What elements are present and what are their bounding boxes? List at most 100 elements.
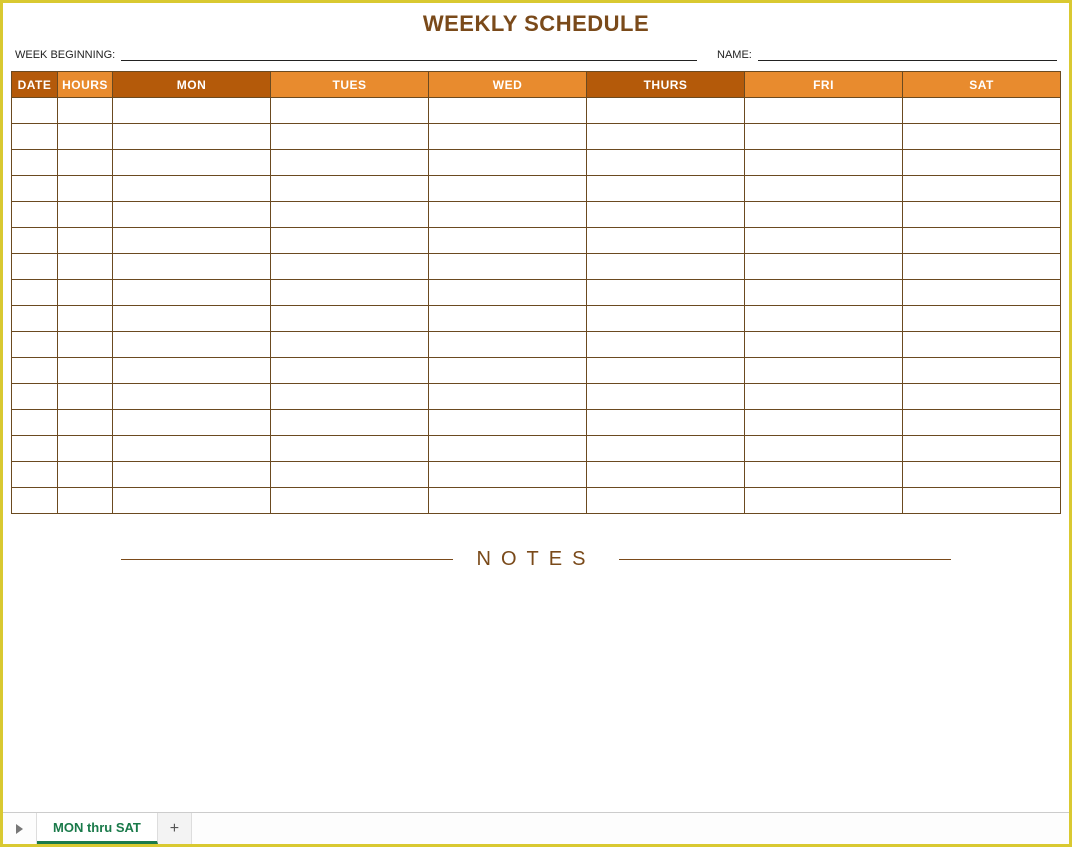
table-cell[interactable] [113,98,271,124]
tab-nav-button[interactable] [3,813,37,844]
table-cell[interactable] [429,358,587,384]
table-cell[interactable] [429,280,587,306]
table-cell[interactable] [429,202,587,228]
table-cell[interactable] [271,280,429,306]
table-cell[interactable] [58,202,113,228]
table-cell[interactable] [903,98,1061,124]
table-cell[interactable] [58,488,113,514]
table-cell[interactable] [271,358,429,384]
table-cell[interactable] [113,488,271,514]
table-cell[interactable] [745,462,903,488]
table-cell[interactable] [429,228,587,254]
table-cell[interactable] [271,98,429,124]
table-cell[interactable] [745,202,903,228]
table-cell[interactable] [58,462,113,488]
table-cell[interactable] [745,124,903,150]
table-cell[interactable] [271,384,429,410]
table-cell[interactable] [12,488,58,514]
table-cell[interactable] [903,280,1061,306]
table-cell[interactable] [587,358,745,384]
table-cell[interactable] [745,306,903,332]
table-cell[interactable] [271,462,429,488]
table-cell[interactable] [58,306,113,332]
table-cell[interactable] [429,384,587,410]
table-cell[interactable] [113,150,271,176]
table-cell[interactable] [271,124,429,150]
table-cell[interactable] [429,332,587,358]
table-cell[interactable] [113,228,271,254]
table-cell[interactable] [271,306,429,332]
table-cell[interactable] [113,384,271,410]
table-cell[interactable] [903,488,1061,514]
table-cell[interactable] [58,228,113,254]
table-cell[interactable] [271,202,429,228]
table-cell[interactable] [587,150,745,176]
table-cell[interactable] [113,358,271,384]
table-cell[interactable] [587,462,745,488]
table-cell[interactable] [58,384,113,410]
table-cell[interactable] [58,124,113,150]
table-cell[interactable] [587,202,745,228]
table-cell[interactable] [587,410,745,436]
table-cell[interactable] [429,462,587,488]
table-cell[interactable] [12,280,58,306]
table-cell[interactable] [113,436,271,462]
table-cell[interactable] [587,306,745,332]
table-cell[interactable] [745,280,903,306]
table-cell[interactable] [745,176,903,202]
table-cell[interactable] [745,384,903,410]
table-cell[interactable] [903,254,1061,280]
table-cell[interactable] [12,202,58,228]
add-sheet-button[interactable]: + [158,813,192,844]
table-cell[interactable] [12,98,58,124]
table-cell[interactable] [58,358,113,384]
table-cell[interactable] [12,124,58,150]
table-cell[interactable] [587,124,745,150]
table-cell[interactable] [745,98,903,124]
table-cell[interactable] [271,150,429,176]
table-cell[interactable] [903,332,1061,358]
table-cell[interactable] [12,150,58,176]
table-cell[interactable] [271,176,429,202]
table-cell[interactable] [745,332,903,358]
table-cell[interactable] [113,202,271,228]
table-cell[interactable] [58,176,113,202]
table-cell[interactable] [587,332,745,358]
table-cell[interactable] [271,410,429,436]
table-cell[interactable] [113,306,271,332]
table-cell[interactable] [58,410,113,436]
table-cell[interactable] [903,462,1061,488]
table-cell[interactable] [903,436,1061,462]
table-cell[interactable] [903,150,1061,176]
table-cell[interactable] [587,384,745,410]
table-cell[interactable] [113,280,271,306]
table-cell[interactable] [903,124,1061,150]
table-cell[interactable] [271,332,429,358]
table-cell[interactable] [58,150,113,176]
sheet-tab-active[interactable]: MON thru SAT [37,813,158,844]
table-cell[interactable] [745,488,903,514]
table-cell[interactable] [903,306,1061,332]
table-cell[interactable] [113,332,271,358]
table-cell[interactable] [903,384,1061,410]
table-cell[interactable] [271,436,429,462]
table-cell[interactable] [429,98,587,124]
week-beginning-input-line[interactable] [121,47,697,61]
table-cell[interactable] [429,254,587,280]
table-cell[interactable] [745,410,903,436]
table-cell[interactable] [587,98,745,124]
table-cell[interactable] [587,436,745,462]
table-cell[interactable] [12,462,58,488]
table-cell[interactable] [587,254,745,280]
table-cell[interactable] [903,202,1061,228]
table-cell[interactable] [58,254,113,280]
table-cell[interactable] [271,488,429,514]
table-cell[interactable] [429,306,587,332]
table-cell[interactable] [113,410,271,436]
table-cell[interactable] [58,280,113,306]
table-cell[interactable] [903,176,1061,202]
table-cell[interactable] [113,176,271,202]
table-cell[interactable] [271,254,429,280]
table-cell[interactable] [271,228,429,254]
table-cell[interactable] [12,306,58,332]
